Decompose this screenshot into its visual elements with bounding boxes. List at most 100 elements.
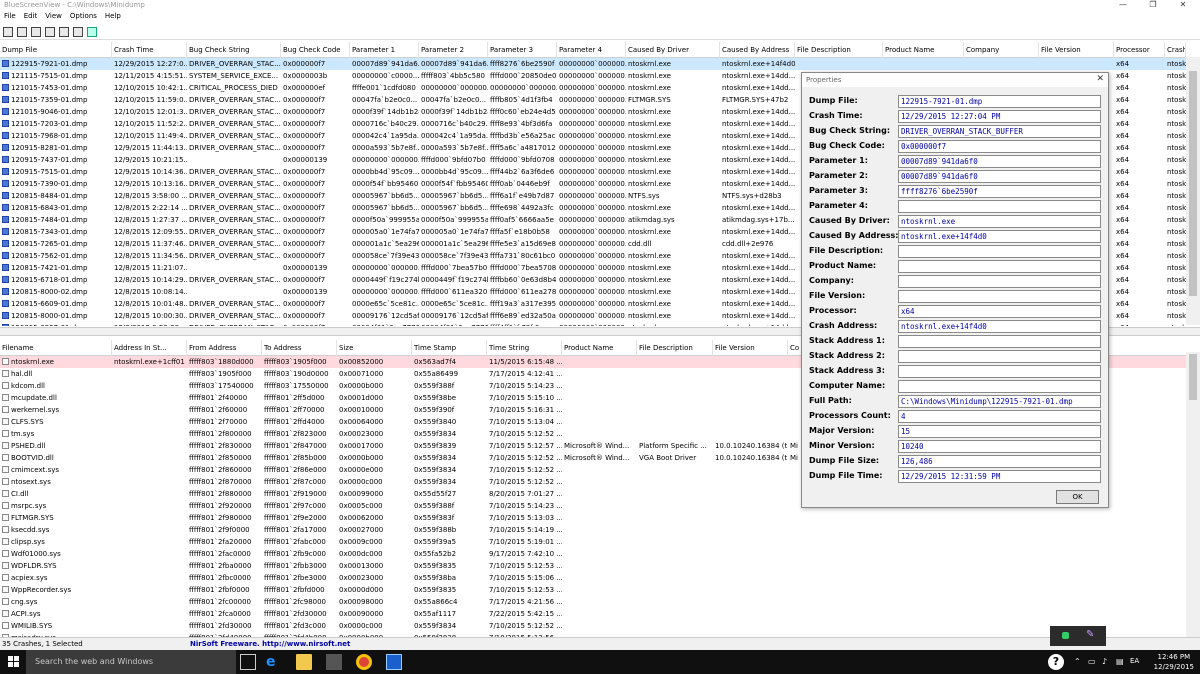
module-row[interactable]: WMILIB.SYS fffff801`2fd30000 fffff801`2fd3…: [0, 620, 1186, 632]
store-icon[interactable]: [326, 654, 342, 670]
property-value-field[interactable]: C:\Windows\Minidump\122915-7921-01.dmp: [898, 395, 1101, 408]
properties-icon[interactable]: [45, 27, 55, 37]
module-col-8[interactable]: File Description: [637, 340, 713, 356]
property-value-field[interactable]: 10240: [898, 440, 1101, 453]
property-value-field[interactable]: 00007d89`941da6f0: [898, 170, 1101, 183]
html-icon[interactable]: [17, 27, 27, 37]
property-value-field[interactable]: DRIVER_OVERRAN_STACK_BUFFER: [898, 125, 1101, 138]
about-icon[interactable]: [73, 27, 83, 37]
language-indicator[interactable]: EA: [1130, 657, 1139, 665]
property-value-field[interactable]: [898, 200, 1101, 213]
taskbar-search[interactable]: Search the web and Windows: [26, 650, 236, 674]
help-icon[interactable]: ?: [1048, 654, 1064, 670]
property-value-field[interactable]: ntoskrnl.exe+14f4d0: [898, 320, 1101, 333]
exit-icon[interactable]: [87, 27, 97, 37]
module-row[interactable]: acpiex.sys fffff801`2fbc0000 fffff801`2fbe…: [0, 572, 1186, 584]
module-row[interactable]: clipsp.sys fffff801`2fa20000 fffff801`2fab…: [0, 536, 1186, 548]
property-value-field[interactable]: 00007d89`941da6f0: [898, 155, 1101, 168]
module-col-1[interactable]: Address In St...: [112, 340, 187, 356]
crash-col-12[interactable]: Company: [964, 42, 1039, 58]
crash-col-10[interactable]: File Description: [795, 42, 883, 58]
crash-col-14[interactable]: Processor: [1114, 42, 1165, 58]
chevron-up-icon[interactable]: ⌃: [1074, 657, 1081, 666]
ok-button[interactable]: OK: [1056, 490, 1099, 504]
property-value-field[interactable]: 12/29/2015 12:27:04 PM: [898, 110, 1101, 123]
property-value-field[interactable]: [898, 380, 1101, 393]
menu-edit[interactable]: Edit: [20, 11, 42, 21]
crash-col-8[interactable]: Caused By Driver: [626, 42, 720, 58]
crash-row[interactable]: 122915-7921-01.dmp 12/29/2015 12:27:0... D…: [0, 58, 1186, 70]
refresh-icon[interactable]: [59, 27, 69, 37]
module-row[interactable]: FLTMGR.SYS fffff801`2f980000 fffff801`2f9e…: [0, 512, 1186, 524]
close-button[interactable]: ✕: [1168, 0, 1198, 9]
clock[interactable]: 12:46 PM 12/29/2015: [1154, 652, 1194, 672]
network-icon[interactable]: ▭: [1088, 657, 1096, 666]
touch-icon[interactable]: [1062, 632, 1069, 639]
nirsoft-link[interactable]: NirSoft Freeware. http://www.nirsoft.net: [190, 640, 350, 648]
property-value-field[interactable]: [898, 245, 1101, 258]
crash-col-6[interactable]: Parameter 3: [488, 42, 557, 58]
property-value-field[interactable]: 4: [898, 410, 1101, 423]
property-value-field[interactable]: [898, 275, 1101, 288]
crash-list-scrollbar[interactable]: [1186, 57, 1200, 325]
crash-col-7[interactable]: Parameter 4: [557, 42, 626, 58]
close-icon[interactable]: ✕: [1096, 74, 1104, 84]
module-row[interactable]: Wdf01000.sys fffff801`2fac0000 fffff801`2f…: [0, 548, 1186, 560]
crash-col-11[interactable]: Product Name: [883, 42, 964, 58]
module-row[interactable]: WDFLDR.SYS fffff801`2fba0000 fffff801`2fbb…: [0, 560, 1186, 572]
property-value-field[interactable]: 126,486: [898, 455, 1101, 468]
module-row[interactable]: ksecdd.sys fffff801`2f9f0000 fffff801`2fa1…: [0, 524, 1186, 536]
property-value-field[interactable]: x64: [898, 305, 1101, 318]
notification-icon[interactable]: ▤: [1116, 657, 1124, 666]
module-row[interactable]: cng.sys fffff801`2fc00000 fffff801`2fc9800…: [0, 596, 1186, 608]
module-col-0[interactable]: Filename: [0, 340, 112, 356]
module-col-4[interactable]: Size: [337, 340, 412, 356]
module-col-10[interactable]: Co: [788, 340, 802, 356]
property-value-field[interactable]: [898, 290, 1101, 303]
crash-col-15[interactable]: Crash Address: [1165, 42, 1186, 58]
property-value-field[interactable]: 0x000000f7: [898, 140, 1101, 153]
property-value-field[interactable]: [898, 350, 1101, 363]
module-list-scrollbar[interactable]: [1186, 352, 1200, 638]
property-value-field[interactable]: ntoskrnl.exe: [898, 215, 1101, 228]
edge-icon[interactable]: e: [266, 654, 282, 670]
menu-options[interactable]: Options: [66, 11, 101, 21]
property-value-field[interactable]: [898, 260, 1101, 273]
save-icon[interactable]: [3, 27, 13, 37]
property-value-field[interactable]: 122915-7921-01.dmp: [898, 95, 1101, 108]
chrome-icon[interactable]: [356, 654, 372, 670]
crash-col-13[interactable]: File Version: [1039, 42, 1114, 58]
menu-help[interactable]: Help: [101, 11, 125, 21]
bluescreenview-icon[interactable]: [386, 654, 402, 670]
copy-icon[interactable]: [31, 27, 41, 37]
module-row[interactable]: ACPI.sys fffff801`2fca0000 fffff801`2fd300…: [0, 608, 1186, 620]
crash-col-5[interactable]: Parameter 2: [419, 42, 488, 58]
menu-view[interactable]: View: [41, 11, 66, 21]
minimize-button[interactable]: —: [1108, 0, 1138, 9]
module-col-9[interactable]: File Version: [713, 340, 788, 356]
module-col-3[interactable]: To Address: [262, 340, 337, 356]
volume-icon[interactable]: ♪: [1102, 657, 1107, 666]
file-explorer-icon[interactable]: [296, 654, 312, 670]
property-value-field[interactable]: [898, 365, 1101, 378]
module-row[interactable]: WppRecorder.sys fffff801`2fbf0000 fffff801…: [0, 584, 1186, 596]
property-value-field[interactable]: ffff8276`6be2590f: [898, 185, 1101, 198]
module-col-5[interactable]: Time Stamp: [412, 340, 487, 356]
maximize-button[interactable]: ❐: [1138, 0, 1168, 9]
task-view-icon[interactable]: [240, 654, 256, 670]
module-col-6[interactable]: Time String: [487, 340, 562, 356]
crash-col-9[interactable]: Caused By Address: [720, 42, 795, 58]
menu-file[interactable]: File: [0, 11, 20, 21]
property-value-field[interactable]: 12/29/2015 12:31:59 PM: [898, 470, 1101, 483]
module-col-2[interactable]: From Address: [187, 340, 262, 356]
crash-col-4[interactable]: Parameter 1: [350, 42, 419, 58]
crash-col-2[interactable]: Bug Check String: [187, 42, 281, 58]
crash-col-3[interactable]: Bug Check Code: [281, 42, 350, 58]
property-value-field[interactable]: 15: [898, 425, 1101, 438]
module-col-7[interactable]: Product Name: [562, 340, 637, 356]
crash-col-1[interactable]: Crash Time: [112, 42, 187, 58]
crash-col-0[interactable]: Dump File: [0, 42, 112, 58]
pen-icon[interactable]: ✎: [1086, 630, 1094, 640]
property-value-field[interactable]: [898, 335, 1101, 348]
start-button[interactable]: [0, 650, 26, 674]
